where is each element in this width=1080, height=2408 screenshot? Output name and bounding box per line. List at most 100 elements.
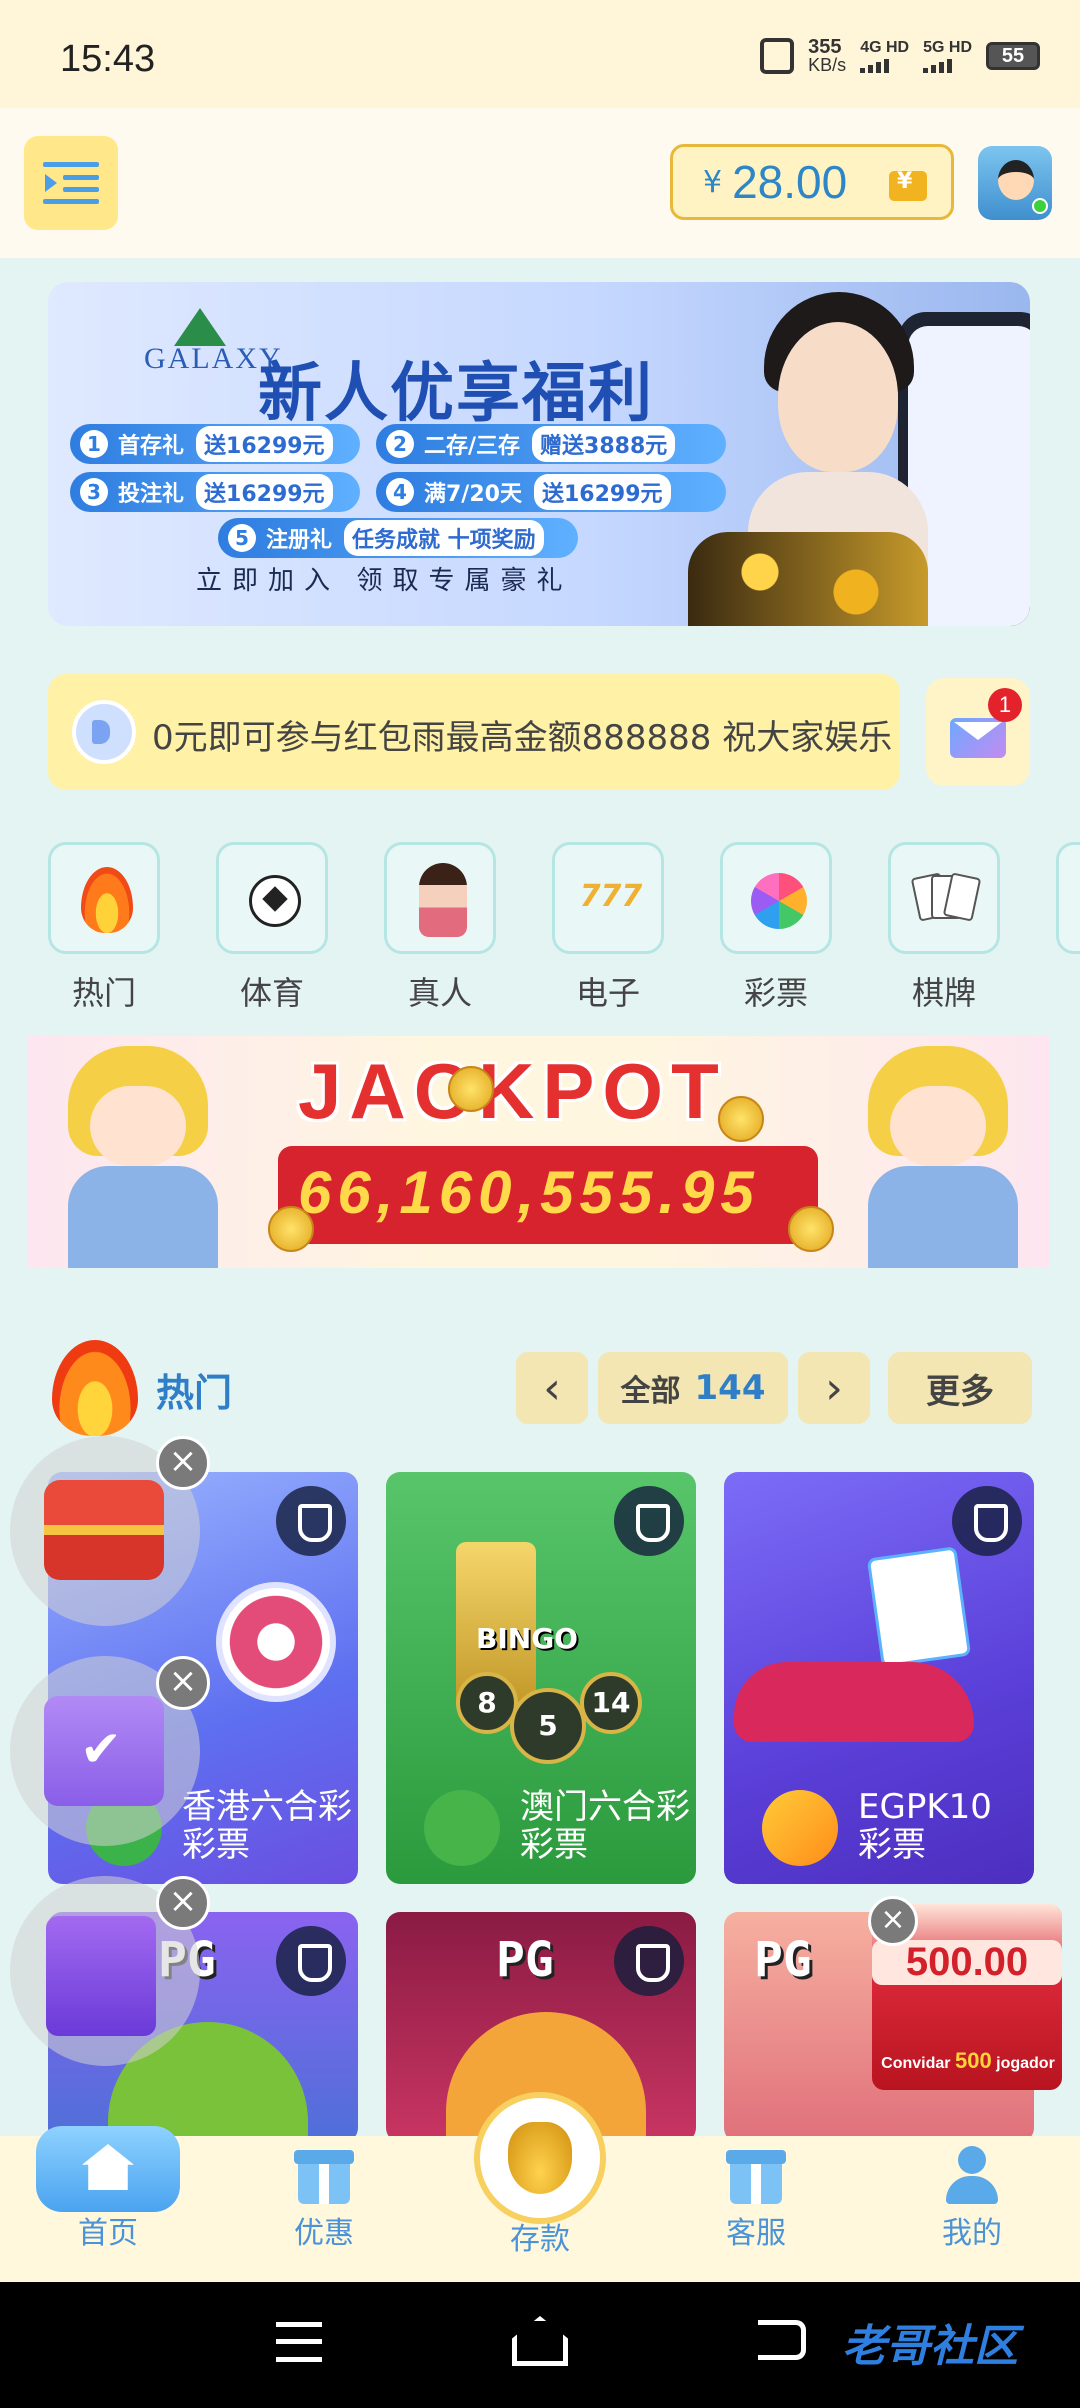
jackpot-title: JACKPOT bbox=[298, 1047, 727, 1135]
category-lottery[interactable]: 彩票 bbox=[720, 842, 832, 1014]
gift-icon bbox=[294, 2150, 354, 2204]
category-cards[interactable]: 棋牌 bbox=[888, 842, 1000, 1014]
invite-text: Convidar 500 jogador bbox=[881, 2048, 1055, 2073]
bingo-ball: 5 bbox=[510, 1688, 586, 1764]
watermark: 老哥社区 bbox=[842, 2321, 1018, 2372]
system-back-icon[interactable] bbox=[758, 2320, 806, 2360]
fire-icon bbox=[52, 1340, 138, 1436]
favorite-toggle-icon[interactable] bbox=[276, 1926, 346, 1996]
nav-customer-service[interactable]: 客服 bbox=[648, 2136, 864, 2282]
announcement-marquee[interactable]: 0元即可参与红包雨最高金额888888 祝大家娱乐 bbox=[48, 674, 900, 790]
balance-amount: 28.00 bbox=[732, 156, 848, 208]
favorite-toggle-icon[interactable] bbox=[276, 1486, 346, 1556]
banner-title: 新人优享福利 bbox=[258, 357, 654, 431]
sports-car-image bbox=[734, 1662, 974, 1742]
network-speed: 355 KB/s bbox=[808, 36, 847, 75]
category-bar: 热门 体育 真人 777 电子 彩票 棋牌 bbox=[48, 842, 1080, 1012]
nav-home[interactable]: 首页 bbox=[0, 2126, 216, 2282]
slot-777-icon: 777 bbox=[579, 879, 643, 914]
section-title: 热门 bbox=[156, 1371, 233, 1415]
mail-button[interactable]: 1 bbox=[926, 678, 1030, 786]
close-icon[interactable]: × bbox=[156, 1436, 210, 1490]
game-card-egpk10[interactable]: EGPK10 彩票 bbox=[724, 1472, 1034, 1884]
speaker-icon bbox=[72, 700, 136, 764]
calendar-check-icon bbox=[44, 1696, 164, 1806]
recent-apps-icon[interactable] bbox=[276, 2322, 322, 2362]
favorite-toggle-icon[interactable] bbox=[952, 1486, 1022, 1556]
game-name: EGPK10 彩票 bbox=[858, 1787, 992, 1865]
banner-subtitle: 立即加入 领取专属豪礼 bbox=[196, 566, 573, 595]
all-games-button[interactable]: 全部 144 bbox=[598, 1352, 788, 1424]
task-book-icon bbox=[46, 1916, 156, 2036]
online-status-dot bbox=[1032, 198, 1048, 214]
coin-icon bbox=[268, 1206, 314, 1252]
more-button[interactable]: 更多 bbox=[888, 1352, 1032, 1424]
vibrate-icon bbox=[760, 38, 795, 74]
gift-icon bbox=[726, 2150, 786, 2204]
game-card-macau-marksix[interactable]: BINGO 8 5 14 澳门六合彩 彩票 bbox=[386, 1472, 696, 1884]
favorite-toggle-icon[interactable] bbox=[614, 1486, 684, 1556]
coin-icon bbox=[788, 1206, 834, 1252]
floating-task-book[interactable]: × bbox=[10, 1876, 210, 2066]
balance-button[interactable]: ¥ 28.00 bbox=[670, 144, 954, 220]
favorite-toggle-icon[interactable] bbox=[614, 1926, 684, 1996]
game-name: 澳门六合彩 彩票 bbox=[520, 1787, 690, 1865]
home-icon bbox=[36, 2126, 180, 2212]
jackpot-amount: 66,160,555.95 bbox=[298, 1159, 760, 1226]
wallet-icon bbox=[889, 169, 927, 201]
category-sports[interactable]: 体育 bbox=[216, 842, 328, 1014]
lottery-pinwheel-icon bbox=[751, 873, 807, 929]
top-header: ¥ 28.00 bbox=[0, 108, 1080, 258]
chevron-right-icon: › bbox=[825, 1362, 843, 1414]
close-icon[interactable]: × bbox=[156, 1656, 210, 1710]
system-home-icon[interactable] bbox=[512, 2316, 568, 2366]
nav-promotions[interactable]: 优惠 bbox=[216, 2136, 432, 2282]
system-navigation-bar: 老哥社区 bbox=[0, 2282, 1080, 2408]
anime-girl-right-image bbox=[828, 1036, 1048, 1268]
treasure-chest-icon bbox=[44, 1480, 164, 1580]
category-slots[interactable]: 777 电子 bbox=[552, 842, 664, 1014]
close-icon[interactable]: × bbox=[868, 1896, 918, 1946]
bingo-ball: 8 bbox=[456, 1672, 518, 1734]
playing-cards-icon bbox=[910, 872, 982, 925]
bottom-navigation: 首页 优惠 存款 客服 我的 bbox=[0, 2092, 1080, 2282]
signal-bars-icon bbox=[923, 57, 972, 73]
nav-profile[interactable]: 我的 bbox=[864, 2136, 1080, 2282]
promo-banner[interactable]: GALAXY 新人优享福利 1 首存礼 送16299元 2 二存/三存 赠送3888元 … bbox=[48, 282, 1030, 626]
clock: 15:43 bbox=[60, 38, 156, 80]
game-name: 香港六合彩 彩票 bbox=[182, 1787, 352, 1865]
banner-row-1: 1 首存礼 送16299元 bbox=[70, 424, 360, 464]
user-avatar[interactable] bbox=[978, 146, 1052, 220]
prev-page-button[interactable]: ‹ bbox=[516, 1352, 588, 1424]
menu-indent-icon bbox=[43, 162, 99, 204]
next-page-button[interactable]: › bbox=[798, 1352, 870, 1424]
category-hot[interactable]: 热门 bbox=[48, 842, 160, 1014]
close-icon[interactable]: × bbox=[156, 1876, 210, 1930]
banner-row-2: 2 二存/三存 赠送3888元 bbox=[376, 424, 726, 464]
category-more-partial[interactable] bbox=[1056, 842, 1080, 954]
floating-checkin-calendar[interactable]: × bbox=[10, 1656, 210, 1846]
user-icon bbox=[946, 2146, 998, 2204]
eg-logo-icon bbox=[762, 1790, 838, 1866]
anime-girl-left-image bbox=[28, 1036, 248, 1268]
games-count: 144 bbox=[694, 1368, 766, 1408]
signal-sim2: 5G HD bbox=[923, 39, 972, 73]
invite-amount: 500.00 bbox=[872, 1940, 1062, 1985]
soccer-ball-icon bbox=[249, 875, 301, 927]
banner-row-5: 5 注册礼 任务成就 十项奖励 bbox=[218, 518, 578, 558]
pg-brand: PG bbox=[754, 1932, 812, 1988]
mail-badge: 1 bbox=[988, 688, 1022, 722]
invite-reward-widget[interactable]: 500.00 Convidar 500 jogador × bbox=[868, 1896, 1062, 2090]
deposit-button[interactable] bbox=[474, 2092, 606, 2224]
coin-icon bbox=[448, 1066, 494, 1112]
floating-treasure-chest[interactable]: × bbox=[10, 1436, 210, 1626]
signal-bars-icon bbox=[860, 57, 909, 73]
lottery-ticket-image bbox=[866, 1546, 972, 1668]
status-icons: 355 KB/s 4G HD 5G HD 55 bbox=[760, 36, 1040, 75]
category-live[interactable]: 真人 bbox=[384, 842, 496, 1014]
menu-button[interactable] bbox=[24, 136, 118, 230]
avatar-head bbox=[998, 160, 1034, 200]
fire-icon bbox=[81, 867, 133, 933]
bauhinia-icon bbox=[216, 1582, 336, 1702]
live-dealer-icon bbox=[419, 863, 467, 937]
